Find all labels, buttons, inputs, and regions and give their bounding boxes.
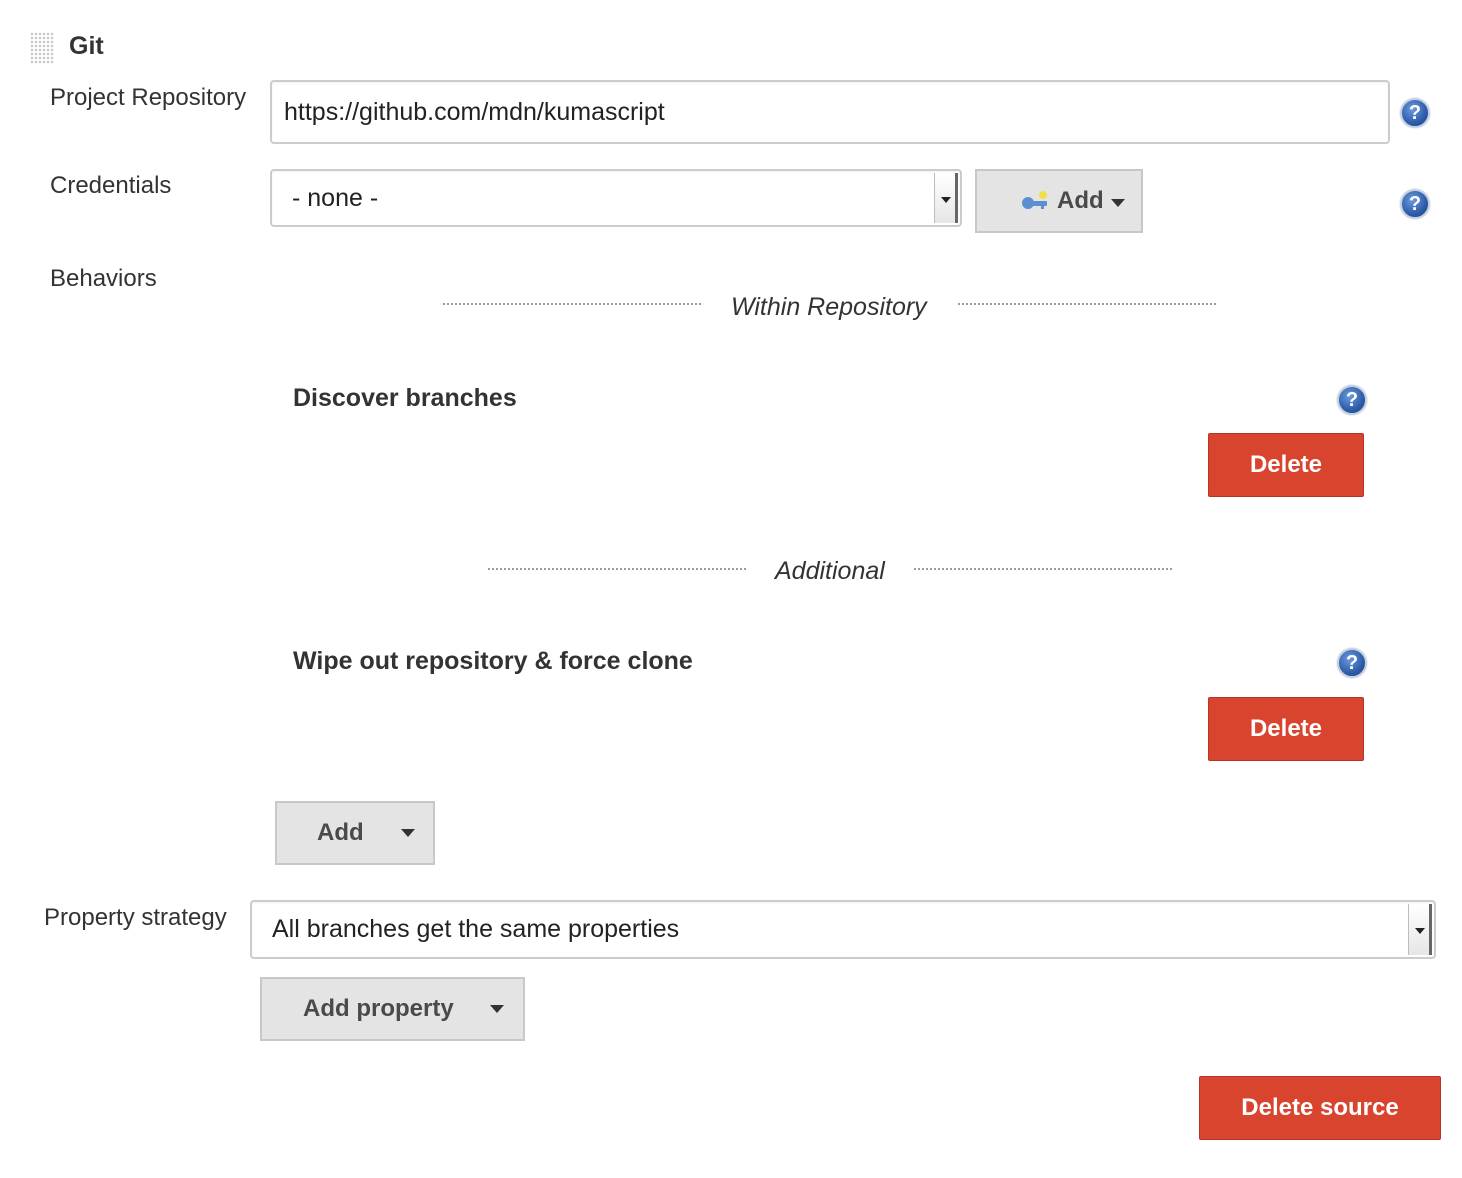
help-icon[interactable]: ? (1337, 648, 1367, 678)
credentials-select[interactable]: - none - (270, 169, 962, 227)
credentials-add-button[interactable]: Add (975, 169, 1143, 233)
dropdown-arrow-icon[interactable] (1408, 904, 1432, 955)
delete-button[interactable]: Delete (1208, 433, 1364, 497)
credentials-label: Credentials (50, 172, 172, 199)
chevron-down-icon (490, 1005, 504, 1013)
property-strategy-select[interactable]: All branches get the same properties (250, 900, 1436, 959)
add-property-label: Add property (303, 995, 454, 1022)
help-icon[interactable]: ? (1337, 385, 1367, 415)
add-behavior-button[interactable]: Add (275, 801, 435, 865)
project-repository-label: Project Repository (50, 84, 247, 111)
credentials-selected-value: - none - (292, 184, 379, 212)
key-icon (1022, 191, 1047, 209)
delete-button[interactable]: Delete (1208, 697, 1364, 761)
add-behavior-label: Add (317, 819, 364, 846)
project-repository-input[interactable] (270, 80, 1390, 144)
drag-handle-icon[interactable] (30, 32, 54, 64)
section-title: Git (69, 32, 104, 60)
help-icon[interactable]: ? (1400, 98, 1430, 128)
behaviors-label: Behaviors (50, 265, 157, 292)
add-property-button[interactable]: Add property (260, 977, 525, 1041)
divider-line (443, 303, 701, 305)
divider-line (488, 568, 746, 570)
discover-branches-title: Discover branches (293, 384, 517, 412)
credentials-add-label: Add (1057, 187, 1104, 214)
wipe-out-repository-title: Wipe out repository & force clone (293, 647, 693, 675)
additional-heading: Additional (775, 557, 885, 585)
help-icon[interactable]: ? (1400, 189, 1430, 219)
chevron-down-icon (401, 829, 415, 837)
within-repository-heading: Within Repository (731, 293, 927, 321)
property-strategy-label: Property strategy (44, 904, 227, 931)
dropdown-arrow-icon[interactable] (934, 173, 958, 223)
divider-line (914, 568, 1172, 570)
divider-line (958, 303, 1216, 305)
chevron-down-icon (1111, 199, 1125, 207)
property-strategy-selected-value: All branches get the same properties (272, 915, 680, 943)
delete-source-button[interactable]: Delete source (1199, 1076, 1441, 1140)
